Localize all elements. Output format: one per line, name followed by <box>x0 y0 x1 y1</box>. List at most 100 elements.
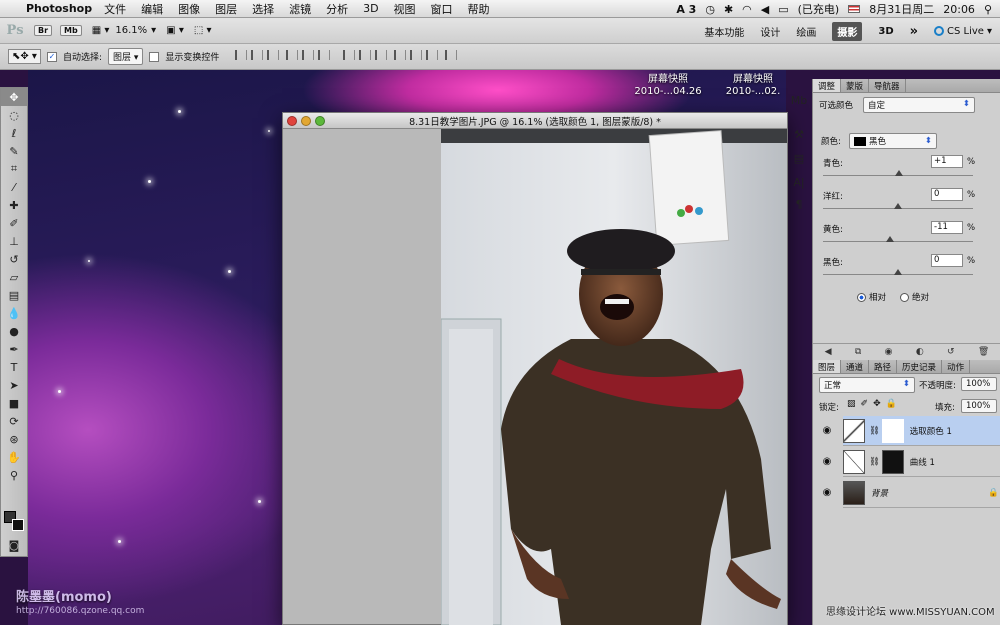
clip-icon[interactable]: ⧉ <box>855 347 861 357</box>
type-tool-icon[interactable]: T <box>1 358 27 376</box>
tool-presets-icon[interactable]: ⚒ <box>788 128 810 141</box>
preset-dropdown[interactable]: 自定 ⬍ <box>863 97 975 113</box>
cyan-slider-thumb[interactable] <box>894 170 903 176</box>
black-slider[interactable] <box>823 269 973 275</box>
bridge-button[interactable]: Br <box>34 25 53 36</box>
menu-edit[interactable]: 编辑 <box>141 1 163 17</box>
menubar-time[interactable]: 20:06 <box>943 3 975 16</box>
menu-layer[interactable]: 图层 <box>215 1 237 17</box>
align-vcenter-icon[interactable] <box>251 50 264 60</box>
align-left-icon[interactable] <box>286 50 299 60</box>
crop-tool-icon[interactable]: ⌗ <box>1 160 27 178</box>
tab-masks[interactable]: 蒙版 <box>841 79 870 92</box>
black-input[interactable]: 0 <box>931 254 963 267</box>
quick-select-tool-icon[interactable]: ✎ <box>1 142 27 160</box>
workspace-essentials[interactable]: 基本功能 <box>704 24 744 39</box>
visibility-eye-icon[interactable]: ◉ <box>819 425 835 436</box>
blend-mode-dropdown[interactable]: 正常 ⬍ <box>819 377 915 393</box>
show-transform-checkbox[interactable] <box>149 51 160 62</box>
mini-bridge-icon[interactable]: Mb <box>788 94 810 107</box>
paragraph-icon[interactable]: ¶ <box>788 198 810 211</box>
background-color-swatch[interactable] <box>12 519 24 531</box>
workspace-painting[interactable]: 绘画 <box>796 24 816 39</box>
arrange-documents-icon[interactable]: ▣ ▾ <box>166 25 184 36</box>
cyan-slider[interactable] <box>823 170 973 176</box>
view-extras-icon[interactable]: ▦ ▾ <box>92 25 110 36</box>
zoom-tool-icon[interactable]: ⚲ <box>1 466 27 484</box>
radio-relative[interactable]: 相对 <box>857 291 886 303</box>
visibility-eye-icon[interactable]: ◉ <box>819 456 835 467</box>
app-name-menu[interactable]: Photoshop <box>26 2 92 15</box>
blur-tool-icon[interactable]: 💧 <box>1 304 27 322</box>
lock-pixels-icon[interactable]: ✐ <box>861 399 869 409</box>
align-hcenter-icon[interactable] <box>302 50 315 60</box>
reset-icon[interactable]: ↺ <box>947 347 955 357</box>
mini-bridge-button[interactable]: Mb <box>60 25 82 36</box>
distribute-hcenter-icon[interactable] <box>409 50 422 60</box>
layer-row-curves[interactable]: ◉ ⛓ 曲线 1 <box>823 447 1000 477</box>
tab-paths[interactable]: 路径 <box>869 360 898 373</box>
quick-mask-icon[interactable]: ◙ <box>1 536 27 554</box>
spotlight-search-icon[interactable]: ⚲ <box>984 3 992 16</box>
return-icon[interactable]: ◀ <box>825 347 832 357</box>
workspace-3d[interactable]: 3D <box>878 26 893 37</box>
fill-input[interactable]: 100% <box>961 399 997 413</box>
visibility-eye-icon[interactable]: ◉ <box>819 487 835 498</box>
battery-icon[interactable]: ▭ <box>778 3 788 16</box>
trash-icon[interactable]: 🗑 <box>978 347 989 357</box>
zoom-dropdown-icon[interactable]: ▾ <box>151 25 156 36</box>
menu-help[interactable]: 帮助 <box>468 1 490 17</box>
bluetooth-icon[interactable]: ✱ <box>724 3 733 16</box>
volume-icon[interactable]: ◀ <box>761 3 769 16</box>
menu-select[interactable]: 选择 <box>252 1 274 17</box>
tab-adjustments[interactable]: 调整 <box>813 79 842 92</box>
dodge-tool-icon[interactable]: ● <box>1 322 27 340</box>
colors-dropdown[interactable]: 黑色 ⬍ <box>849 133 937 149</box>
cs-live-button[interactable]: CS Live ▾ <box>934 26 992 37</box>
lasso-tool-icon[interactable]: ℓ <box>1 124 27 142</box>
menu-analysis[interactable]: 分析 <box>326 1 348 17</box>
wifi-icon[interactable]: ◠ <box>742 3 752 16</box>
menu-view[interactable]: 视图 <box>394 1 416 17</box>
time-machine-icon[interactable]: ◷ <box>705 3 715 16</box>
yellow-input[interactable]: -11 <box>931 221 963 234</box>
black-slider-thumb[interactable] <box>894 269 902 275</box>
eyedropper-tool-icon[interactable]: ⁄ <box>1 178 27 196</box>
menubar-date[interactable]: 8月31日周二 <box>869 1 934 17</box>
brush-tool-icon[interactable]: ✐ <box>1 214 27 232</box>
layer-row-background[interactable]: ◉ 背景 🔒 <box>823 478 1000 508</box>
chain-link-icon[interactable]: ⛓ <box>869 457 880 467</box>
eraser-tool-icon[interactable]: ▱ <box>1 268 27 286</box>
distribute-bottom-icon[interactable] <box>374 50 387 60</box>
move-tool-icon[interactable]: ✥ <box>1 88 27 106</box>
radio-absolute[interactable]: 绝对 <box>900 291 929 303</box>
more-workspaces-button[interactable]: » <box>910 24 918 39</box>
move-tool-preset-icon[interactable]: ⬉✥ ▾ <box>8 49 41 64</box>
pen-tool-icon[interactable]: ✒ <box>1 340 27 358</box>
menu-3d[interactable]: 3D <box>363 2 378 15</box>
align-right-icon[interactable] <box>318 50 331 60</box>
magenta-input[interactable]: 0 <box>931 188 963 201</box>
flag-icon[interactable] <box>848 5 861 13</box>
brushes-icon[interactable]: ▤ <box>788 152 810 165</box>
desktop-screenshot-icon-2[interactable]: 屏幕快照 2010-...02. <box>718 74 786 98</box>
lock-position-icon[interactable]: ✥ <box>873 399 881 409</box>
zoom-level[interactable]: 16.1% <box>115 25 147 36</box>
3d-rotate-tool-icon[interactable]: ⟳ <box>1 412 27 430</box>
tab-history[interactable]: 历史记录 <box>897 360 943 373</box>
menu-image[interactable]: 图像 <box>178 1 200 17</box>
hand-tool-icon[interactable]: ✋ <box>1 448 27 466</box>
tab-channels[interactable]: 通道 <box>841 360 870 373</box>
clone-stamp-tool-icon[interactable]: ⊥ <box>1 232 27 250</box>
magenta-slider[interactable] <box>823 203 973 209</box>
tab-actions[interactable]: 动作 <box>942 360 971 373</box>
menu-file[interactable]: 文件 <box>104 1 126 17</box>
workspace-design[interactable]: 设计 <box>760 24 780 39</box>
yellow-slider[interactable] <box>823 236 973 242</box>
view-previous-icon[interactable]: ◐ <box>916 347 924 357</box>
lock-transparent-icon[interactable]: ▨ <box>847 399 856 409</box>
magenta-slider-thumb[interactable] <box>894 203 902 209</box>
adobe-status-icon[interactable]: A 3 <box>676 3 696 16</box>
chain-link-icon[interactable]: ⛓ <box>869 426 880 436</box>
opacity-input[interactable]: 100% <box>961 377 997 391</box>
